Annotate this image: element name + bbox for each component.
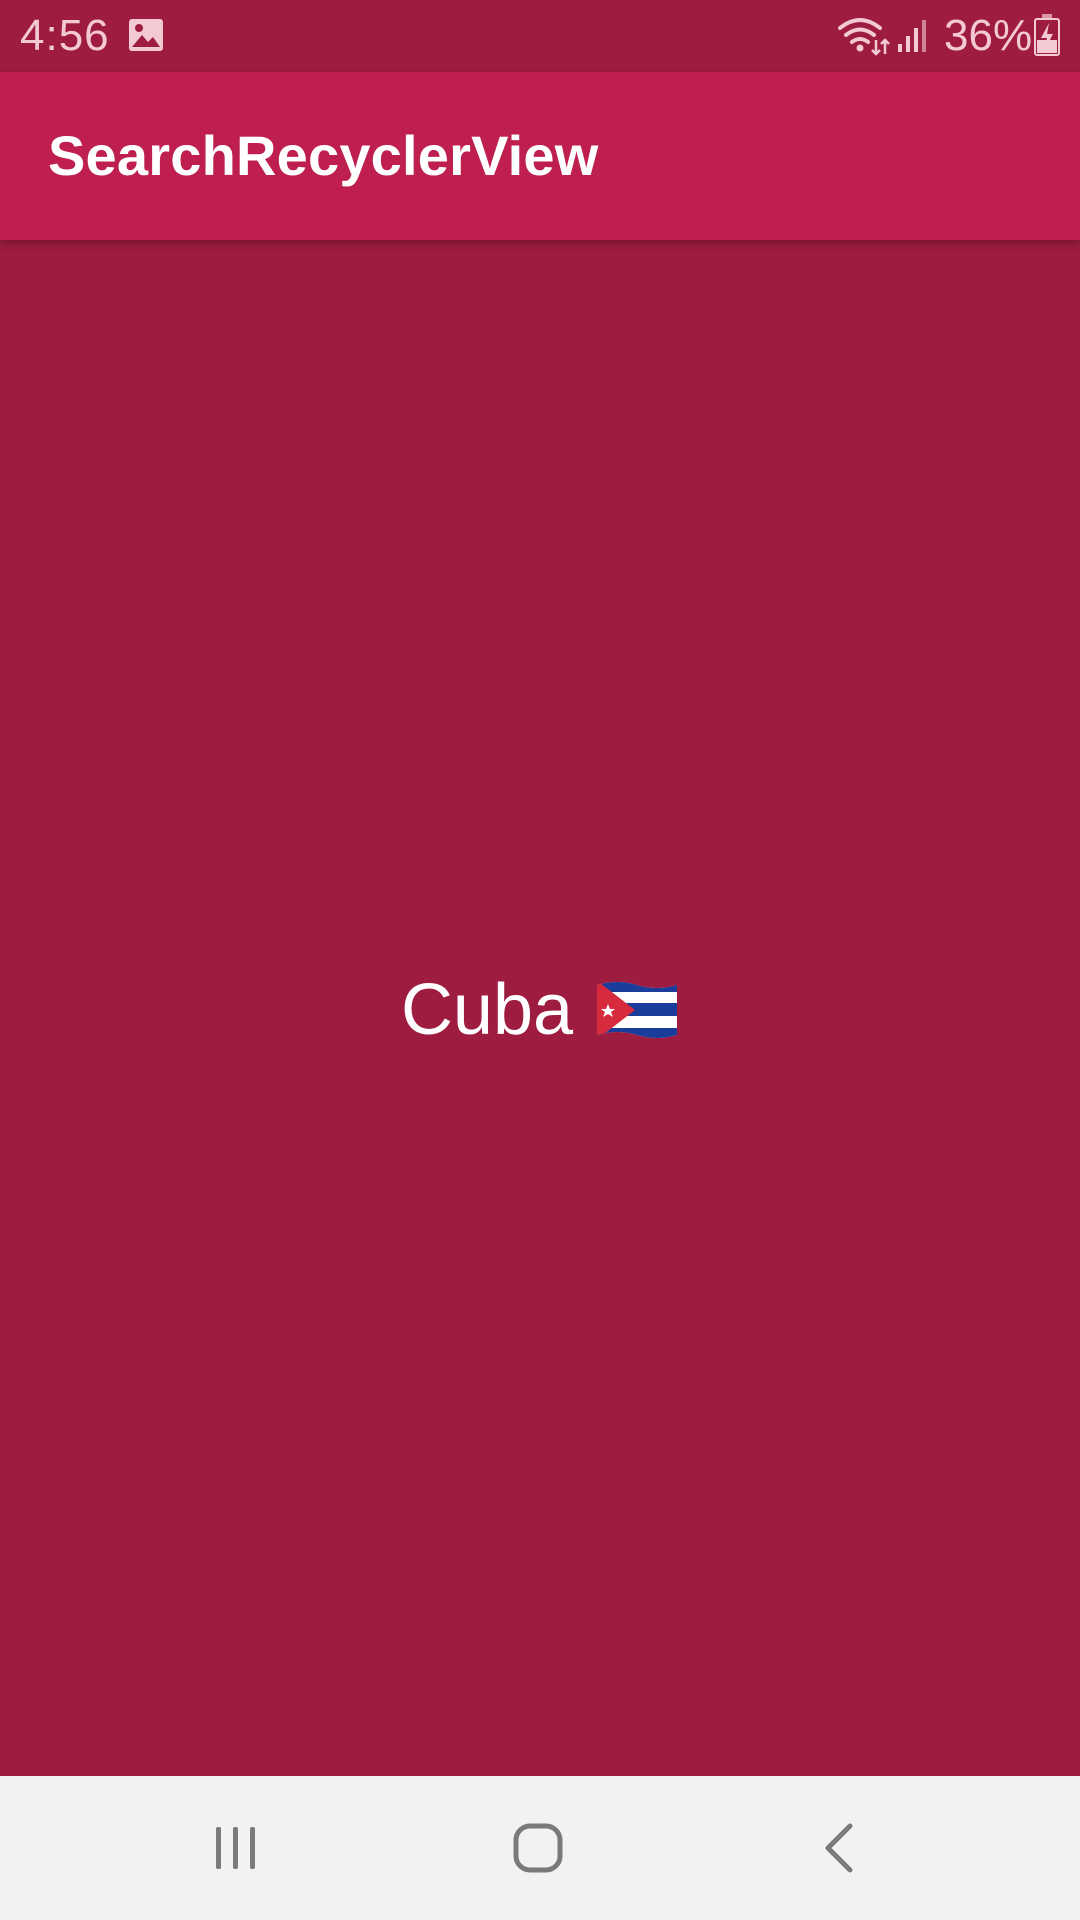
cuba-flag-icon xyxy=(597,982,678,1038)
back-icon xyxy=(825,1823,853,1873)
country-name: Cuba xyxy=(400,970,574,1050)
screen: 4:56 36% SearchRecyclerView Cuba xyxy=(0,0,1080,1920)
navigation-bar xyxy=(0,1776,1080,1920)
gallery-icon xyxy=(129,19,163,51)
status-bar: 4:56 36% xyxy=(0,0,1080,72)
back-button[interactable] xyxy=(740,1776,940,1920)
home-icon xyxy=(513,1823,563,1873)
status-time: 4:56 xyxy=(20,11,110,60)
wifi-icon xyxy=(838,18,890,56)
app-title: SearchRecyclerView xyxy=(48,124,599,187)
content-area: Cuba xyxy=(0,240,1080,1776)
recents-icon xyxy=(216,1827,255,1869)
recents-button[interactable] xyxy=(136,1776,336,1920)
app-bar: SearchRecyclerView xyxy=(0,72,1080,240)
country-item[interactable]: Cuba xyxy=(0,970,1080,1050)
battery-charging-icon xyxy=(1034,14,1060,56)
battery-percent: 36% xyxy=(944,11,1033,60)
home-button[interactable] xyxy=(438,1776,638,1920)
signal-icon xyxy=(898,20,926,52)
